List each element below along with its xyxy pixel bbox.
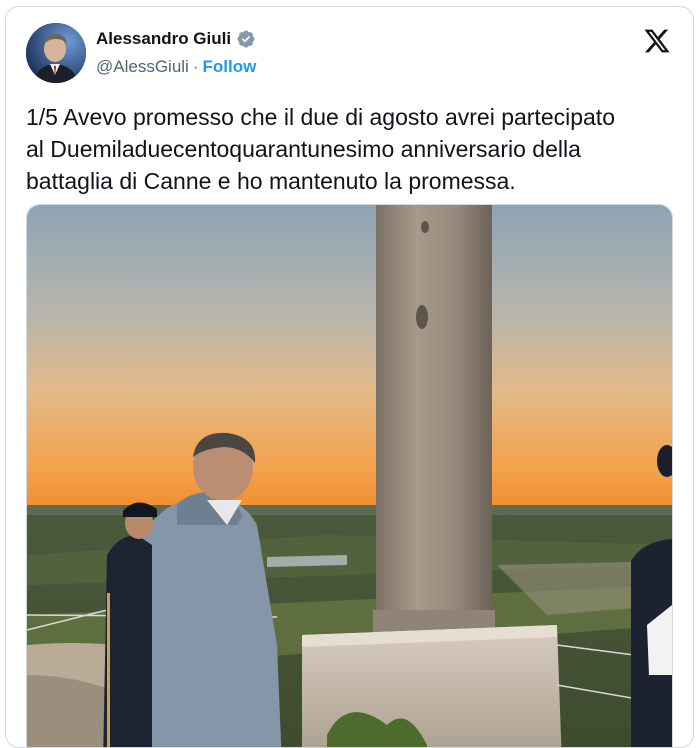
author-handle-row: @AlessGiuli · Follow	[96, 57, 256, 77]
follow-button[interactable]: Follow	[203, 57, 257, 77]
tweet-photo[interactable]	[26, 204, 673, 747]
sunset-column-photo	[27, 205, 672, 747]
tweet-card[interactable]: Alessandro Giuli @AlessGiuli · Follow 1/…	[5, 6, 694, 748]
tweet-text: 1/5 Avevo promesso che il due di agosto …	[26, 104, 615, 194]
avatar[interactable]	[26, 23, 86, 83]
x-logo-icon[interactable]	[643, 27, 671, 55]
verified-badge-icon	[237, 30, 255, 48]
separator-dot: ·	[192, 57, 199, 76]
author-handle[interactable]: @AlessGiuli	[96, 57, 189, 77]
author-name-row: Alessandro Giuli	[96, 29, 256, 49]
author-name[interactable]: Alessandro Giuli	[96, 29, 231, 49]
